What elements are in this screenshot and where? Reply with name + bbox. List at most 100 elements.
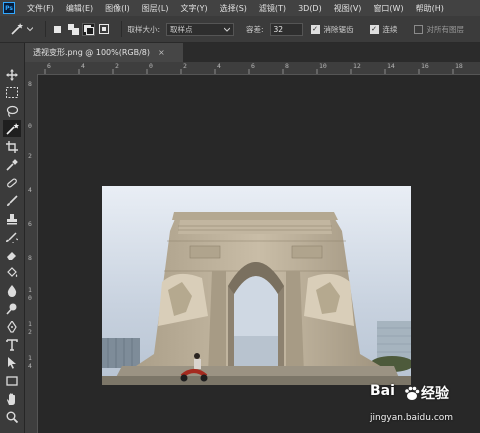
ruler-label: 6: [47, 62, 51, 70]
antialias-checkbox[interactable]: ✓: [310, 24, 320, 34]
marquee-tool[interactable]: [3, 84, 21, 101]
ruler-label: 2: [28, 328, 32, 336]
eraser-icon: [7, 251, 16, 260]
brush-icon: [7, 194, 18, 206]
menu-layer[interactable]: 图层(L): [136, 3, 175, 14]
eyedropper-icon: [6, 158, 18, 171]
menu-view[interactable]: 视图(V): [328, 3, 368, 14]
ruler-label: 1: [28, 354, 32, 362]
all-layers-option[interactable]: 对所有图层: [413, 24, 471, 35]
lasso-icon: [6, 105, 18, 117]
magic-wand-tool[interactable]: [3, 120, 21, 137]
tool-preset-picker[interactable]: [10, 23, 39, 35]
antialias-label: 消除锯齿: [323, 24, 354, 34]
ruler-label: 2: [183, 62, 187, 70]
menu-window[interactable]: 窗口(W): [367, 3, 409, 14]
zoom-tool[interactable]: [3, 408, 21, 425]
dodge-icon: [6, 303, 17, 315]
new-selection-button[interactable]: [52, 24, 63, 35]
path-select-icon: [8, 356, 16, 369]
menu-edit[interactable]: 编辑(E): [60, 3, 99, 14]
stamp-icon: [7, 213, 17, 224]
magic-wand-icon: [5, 122, 19, 135]
document-canvas[interactable]: [38, 75, 480, 433]
ruler-label: 8: [28, 80, 32, 88]
path-select-tool[interactable]: [3, 354, 21, 371]
rectangle-tool[interactable]: [3, 372, 21, 389]
intersect-selection-button[interactable]: [98, 23, 110, 35]
divider: [120, 21, 122, 37]
watermark-url: jingyan.baidu.com: [370, 413, 454, 423]
ruler-label: 10: [319, 62, 327, 70]
history-brush-icon: [6, 231, 18, 243]
zoom-icon: [6, 411, 18, 423]
divider: [45, 21, 46, 37]
healing-icon: [7, 177, 17, 188]
all-layers-label: 对所有图层: [426, 24, 465, 34]
ruler-label: 4: [217, 62, 221, 70]
ruler-label: 14: [387, 62, 395, 70]
contiguous-checkbox[interactable]: ✓: [369, 24, 379, 34]
ruler-label: 0: [149, 62, 153, 70]
menu-type[interactable]: 文字(Y): [174, 3, 213, 14]
dodge-tool[interactable]: [3, 300, 21, 317]
type-tool[interactable]: [3, 336, 21, 353]
menu-select[interactable]: 选择(S): [214, 3, 253, 14]
options-bar: 取样大小: 取样点 容差: 32 ✓ 消除锯齿 ✓ 连续 对所有图层: [0, 16, 480, 43]
ruler-label: 0: [28, 294, 32, 302]
tolerance-label: 容差:: [245, 24, 264, 34]
add-to-selection-button[interactable]: [67, 23, 79, 35]
hand-tool[interactable]: [3, 390, 21, 407]
lasso-tool[interactable]: [3, 102, 21, 119]
menu-image[interactable]: 图像(I): [99, 3, 136, 14]
watermark-brand: Bai: [370, 383, 395, 399]
antialias-option[interactable]: ✓ 消除锯齿: [310, 24, 360, 35]
menu-filter[interactable]: 滤镜(T): [253, 3, 292, 14]
blur-icon: [7, 284, 17, 297]
pen-tool[interactable]: [3, 318, 21, 335]
eraser-tool[interactable]: [3, 246, 21, 263]
crop-tool[interactable]: [3, 138, 21, 155]
contiguous-option[interactable]: ✓ 连续: [369, 24, 404, 35]
subtract-from-selection-button[interactable]: [82, 22, 95, 36]
bucket-icon: [7, 266, 18, 277]
contiguous-label: 连续: [382, 24, 398, 34]
paw-icon: [405, 386, 420, 400]
document-tab[interactable]: 透视变形.png @ 100%(RGB/8) ×: [25, 43, 183, 62]
close-icon[interactable]: ×: [158, 48, 165, 57]
history-brush-tool[interactable]: [3, 228, 21, 245]
crop-icon: [6, 140, 18, 153]
pen-icon: [7, 320, 17, 333]
ruler-label: 1: [28, 320, 32, 328]
type-icon: [6, 338, 18, 351]
magic-wand-icon: [11, 23, 23, 35]
brush-tool[interactable]: [3, 192, 21, 209]
ruler-label: 8: [28, 254, 32, 262]
ruler-label: 0: [28, 122, 32, 130]
tolerance-input[interactable]: 32: [269, 22, 303, 36]
ruler-horizontal[interactable]: 6 4 2 0 2 4 6 8 10 12 14 16 18: [25, 62, 480, 75]
all-layers-checkbox[interactable]: [413, 24, 423, 34]
arch-photo[interactable]: [102, 186, 411, 385]
ruler-label: 6: [251, 62, 255, 70]
menu-3d[interactable]: 3D(D): [292, 4, 328, 13]
ruler-vertical[interactable]: 8 0 2 4 6 8 1 0 1 2 1 4: [25, 74, 38, 433]
tools-panel: [0, 43, 25, 433]
sample-size-dropdown[interactable]: 取样点: [166, 22, 234, 36]
stamp-tool[interactable]: [3, 210, 21, 227]
eyedropper-tool[interactable]: [3, 156, 21, 173]
ruler-label: 1: [28, 286, 32, 294]
ruler-label: 12: [353, 62, 361, 70]
move-tool[interactable]: [3, 66, 21, 83]
bucket-tool[interactable]: [3, 264, 21, 281]
ruler-label: 4: [81, 62, 85, 70]
photoshop-logo[interactable]: Ps: [3, 2, 15, 14]
healing-tool[interactable]: [3, 174, 21, 191]
ruler-label: 6: [28, 220, 32, 228]
blur-tool[interactable]: [3, 282, 21, 299]
ruler-label: 2: [28, 152, 32, 160]
ruler-label: 18: [455, 62, 463, 70]
ruler-label: 16: [421, 62, 429, 70]
menu-help[interactable]: 帮助(H): [410, 3, 450, 14]
menu-file[interactable]: 文件(F): [21, 3, 60, 14]
